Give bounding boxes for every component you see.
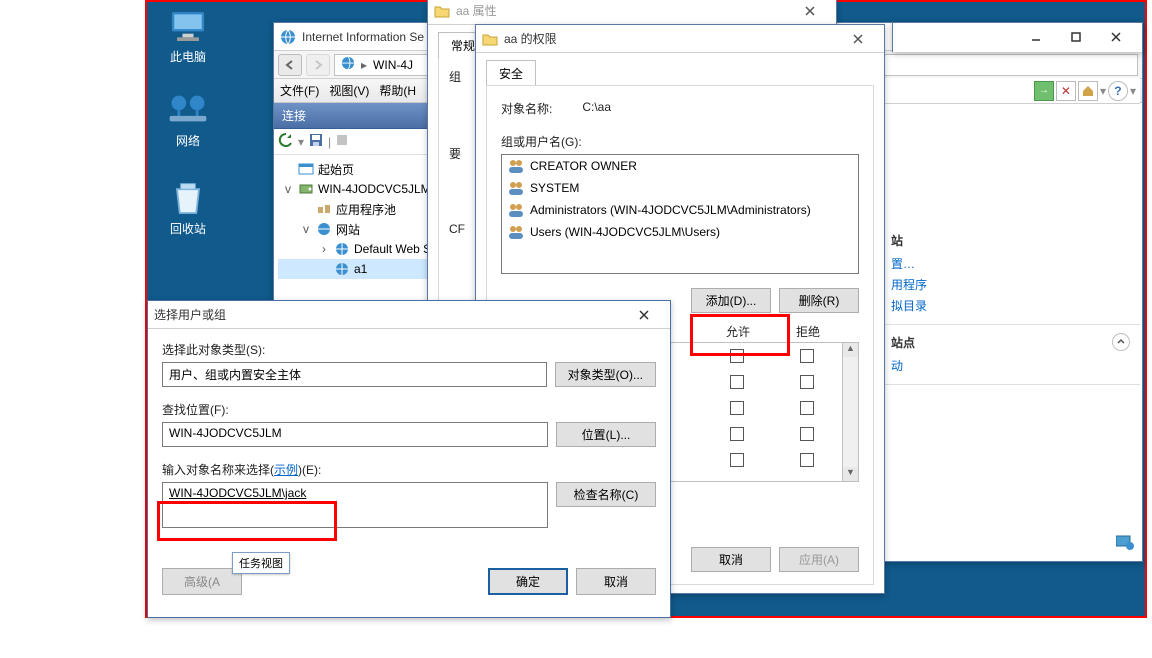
- tree-sites[interactable]: v网站: [278, 219, 449, 239]
- sel-check-button[interactable]: 检查名称(C): [556, 482, 656, 507]
- perm-deny-1[interactable]: [800, 349, 814, 363]
- tree-start-page[interactable]: 起始页: [278, 159, 449, 179]
- perm-tab-security[interactable]: 安全: [486, 60, 536, 86]
- perm-deny-hdr: 拒绝: [773, 323, 843, 340]
- perm-add-button[interactable]: 添加(D)...: [691, 288, 771, 313]
- sel-location-label: 查找位置(F):: [162, 401, 656, 418]
- max-icon[interactable]: [1056, 25, 1096, 49]
- perm-allow-hdr: 允许: [703, 323, 773, 340]
- perm-objname-label: 对象名称:: [501, 100, 552, 117]
- sel-ok-button[interactable]: 确定: [488, 568, 568, 595]
- perm-deny-4[interactable]: [800, 427, 814, 441]
- close-icon[interactable]: [838, 27, 878, 51]
- desktop-recycle-label: 回收站: [153, 220, 223, 237]
- sel-location-value: WIN-4JODCVC5JLM: [162, 422, 548, 447]
- refresh-icon[interactable]: [278, 132, 294, 151]
- sel-objtype-button[interactable]: 对象类型(O)...: [555, 362, 656, 387]
- perm-allow-1[interactable]: [730, 349, 744, 363]
- perm-deny-3[interactable]: [800, 401, 814, 415]
- tree-server[interactable]: vWIN-4JODCVC5JLM: [278, 179, 449, 199]
- collapse-icon[interactable]: [1112, 333, 1130, 351]
- iis-corner-icon[interactable]: [1116, 534, 1134, 553]
- rside-vdir[interactable]: 拟目录: [891, 295, 1130, 316]
- menu-file[interactable]: 文件(F): [280, 82, 319, 99]
- save-icon[interactable]: [308, 132, 324, 151]
- min-icon[interactable]: [1016, 25, 1056, 49]
- desktop-recycle[interactable]: 回收站: [153, 180, 223, 237]
- close-icon[interactable]: [624, 303, 664, 327]
- perm-row-users[interactable]: Users (WIN-4JODCVC5JLM\Users): [502, 221, 858, 243]
- rside-mgmt-hdr: 站点: [891, 334, 915, 351]
- perm-objname-value: C:\aa: [582, 100, 611, 117]
- nav-fwd[interactable]: [306, 54, 330, 76]
- perm-scroll-up[interactable]: ▲: [843, 343, 858, 357]
- perm-scroll-down[interactable]: ▼: [843, 467, 858, 481]
- desktop-this-pc[interactable]: 此电脑: [153, 8, 223, 65]
- perm-deny-5[interactable]: [800, 453, 814, 467]
- perm-deny-2[interactable]: [800, 375, 814, 389]
- bg-window-controls: [892, 22, 1143, 52]
- close-icon[interactable]: [1096, 25, 1136, 49]
- toolbar-help-icon[interactable]: ?: [1108, 81, 1128, 101]
- perm-allow-4[interactable]: [730, 427, 744, 441]
- rside-browse-hdr: 站: [891, 232, 903, 249]
- perm-remove-button[interactable]: 删除(R): [779, 288, 859, 313]
- iis-icon: [280, 29, 296, 45]
- toolbar-stop-icon[interactable]: ✕: [1056, 81, 1076, 101]
- desktop-this-pc-label: 此电脑: [153, 48, 223, 65]
- sel-name-input[interactable]: WIN-4JODCVC5JLM\jack: [162, 482, 548, 528]
- nav-back[interactable]: [278, 54, 302, 76]
- folder-icon: [482, 31, 498, 47]
- sel-advanced-button[interactable]: 高级(A: [162, 568, 242, 595]
- sel-objtype-label: 选择此对象类型(S):: [162, 341, 656, 358]
- perm-allow-5[interactable]: [730, 453, 744, 467]
- sel-example-link[interactable]: 示例: [274, 463, 298, 477]
- desktop-network-label: 网络: [153, 132, 223, 149]
- menu-view[interactable]: 视图(V): [329, 82, 369, 99]
- menu-help[interactable]: 帮助(H: [379, 82, 416, 99]
- perm-row-creator[interactable]: CREATOR OWNER: [502, 155, 858, 177]
- toolbar-go-icon[interactable]: →: [1034, 81, 1054, 101]
- desktop-network[interactable]: 网络: [153, 92, 223, 149]
- perm-row-system[interactable]: SYSTEM: [502, 177, 858, 199]
- tree-apppool[interactable]: 应用程序池: [278, 199, 449, 219]
- perm-apply-button[interactable]: 应用(A): [779, 547, 859, 572]
- stop-icon[interactable]: [335, 133, 349, 150]
- perm-group-list[interactable]: CREATOR OWNER SYSTEM Administrators (WIN…: [501, 154, 859, 274]
- folder-icon: [434, 3, 450, 19]
- rside-move[interactable]: 动: [891, 355, 1130, 376]
- perm-title: aa 的权限: [504, 30, 838, 47]
- perm-allow-3[interactable]: [730, 401, 744, 415]
- taskview-tooltip: 任务视图: [232, 552, 290, 574]
- perm-row-admins[interactable]: Administrators (WIN-4JODCVC5JLM\Administ…: [502, 199, 858, 221]
- iis-addr-text: WIN-4J: [373, 58, 413, 72]
- perm-groups-label: 组或用户名(G):: [501, 133, 859, 150]
- iis-actions-pane: → ✕ ▾ ? ▾ 站 置… 用程序 拟目录 站点 动: [880, 78, 1140, 559]
- perm-cancel-button[interactable]: 取消: [691, 547, 771, 572]
- select-user-dialog: 选择用户或组 选择此对象类型(S): 用户、组或内置安全主体 对象类型(O)..…: [147, 300, 671, 618]
- tree-a1[interactable]: a1: [278, 259, 449, 279]
- perm-allow-2[interactable]: [730, 375, 744, 389]
- tree-default-site[interactable]: ›Default Web S: [278, 239, 449, 259]
- sel-objtype-value: 用户、组或内置安全主体: [162, 362, 547, 387]
- toolbar-home-icon[interactable]: [1078, 81, 1098, 101]
- rside-settings[interactable]: 置…: [891, 253, 1130, 274]
- props-title: aa 属性: [456, 2, 790, 19]
- close-icon[interactable]: [790, 0, 830, 23]
- rside-apps[interactable]: 用程序: [891, 274, 1130, 295]
- globe-icon: [341, 56, 355, 73]
- sel-location-button[interactable]: 位置(L)...: [556, 422, 656, 447]
- sel-enter-name-label: 输入对象名称来选择(示例)(E):: [162, 461, 656, 478]
- sel-cancel-button[interactable]: 取消: [576, 568, 656, 595]
- sel-title: 选择用户或组: [154, 306, 624, 323]
